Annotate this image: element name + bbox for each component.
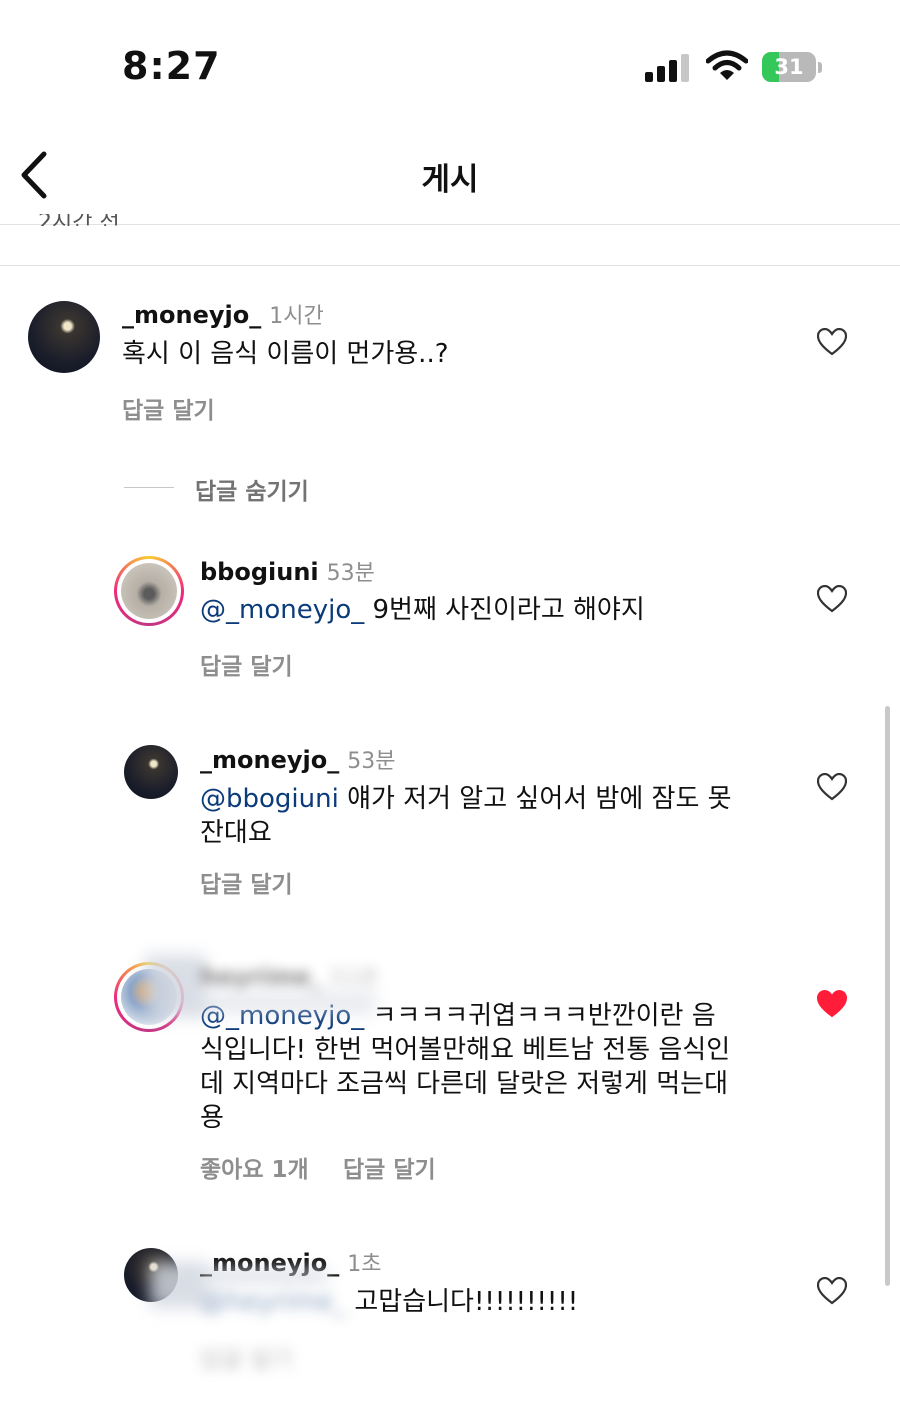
reply-button[interactable]: 답글 달기 bbox=[200, 865, 293, 899]
comment-text: @_moneyjo_ ㅋㅋㅋㅋ귀엽ㅋㅋㅋ반깐이란 음 식입니다! 한번 먹어볼만… bbox=[200, 1001, 731, 1133]
clipped-timestamp: 2시간 전 bbox=[38, 214, 158, 226]
mention-link[interactable]: @bbogiuni bbox=[200, 784, 339, 814]
heart-icon[interactable] bbox=[817, 585, 847, 613]
comment-divider bbox=[0, 265, 900, 266]
story-ring[interactable] bbox=[114, 556, 184, 626]
avatar bbox=[121, 563, 177, 619]
heart-icon[interactable] bbox=[817, 773, 847, 801]
comment-username[interactable]: bbogiuni 53분 bbox=[200, 555, 375, 587]
scrollbar[interactable] bbox=[885, 706, 890, 1286]
hide-replies-line bbox=[124, 487, 174, 488]
mention-link[interactable]: @heyrime_ bbox=[200, 1287, 346, 1317]
reply-button[interactable]: 답글 달기 bbox=[122, 391, 215, 425]
battery-level: 31 bbox=[774, 55, 804, 79]
comment-text: @bbogiuni 얘가 저거 알고 싶어서 밤에 잠도 못 잔대요 bbox=[200, 784, 732, 848]
battery-icon: 31 bbox=[762, 52, 824, 82]
heart-icon[interactable] bbox=[817, 328, 847, 356]
comment-text: 혹시 이 음식 이름이 먼가용..? bbox=[122, 339, 449, 369]
hide-replies-button[interactable]: 답글 숨기기 bbox=[195, 472, 309, 506]
mention-link[interactable]: @_moneyjo_ bbox=[200, 595, 364, 625]
comment-username[interactable]: heyrime_ 51분 bbox=[200, 960, 379, 992]
heart-icon[interactable] bbox=[817, 1277, 847, 1305]
comment-time: 51분 bbox=[330, 966, 379, 991]
comment-time: 53분 bbox=[326, 561, 375, 586]
reply-button[interactable]: 답글 달기 bbox=[200, 647, 293, 681]
avatar[interactable] bbox=[124, 745, 178, 799]
privacy-blur bbox=[196, 992, 376, 1014]
page-title: 게시 bbox=[421, 162, 479, 198]
cellular-signal-icon bbox=[645, 52, 689, 82]
comment-text: @_moneyjo_ 9번째 사진이라고 해야지 bbox=[200, 595, 645, 625]
comment-username[interactable]: _moneyjo_ 53분 bbox=[200, 743, 395, 775]
status-time: 8:27 bbox=[122, 44, 221, 88]
comment-time: 53분 bbox=[347, 749, 396, 774]
like-count[interactable]: 좋아요 1개 bbox=[200, 1150, 309, 1184]
privacy-blur bbox=[198, 1270, 328, 1282]
comment-time: 1초 bbox=[347, 1252, 382, 1277]
heart-filled-icon[interactable] bbox=[817, 990, 847, 1018]
comment-text: @heyrime_ 고맙습니다!!!!!!!!!! bbox=[200, 1287, 579, 1317]
reply-button[interactable]: 답글 달기 bbox=[200, 1340, 293, 1374]
wifi-icon bbox=[706, 50, 748, 80]
privacy-blur bbox=[150, 1262, 206, 1308]
avatar[interactable] bbox=[28, 301, 100, 373]
reply-button[interactable]: 답글 달기 bbox=[343, 1150, 436, 1184]
comment-username[interactable]: _moneyjo_ 1시간 bbox=[122, 298, 324, 330]
comment-time: 1시간 bbox=[269, 304, 324, 329]
